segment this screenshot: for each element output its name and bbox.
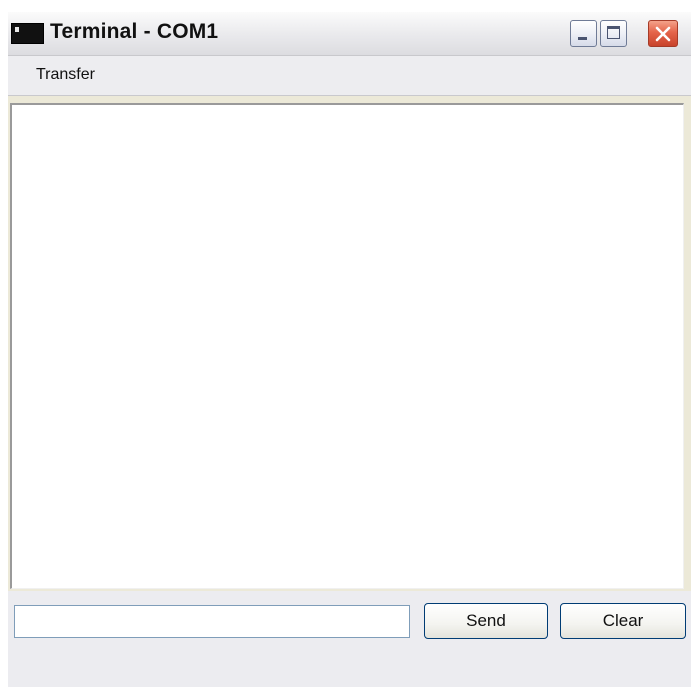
send-button[interactable]: Send [424,603,548,639]
minimize-icon [578,37,587,40]
window-title: Terminal - COM1 [50,20,219,43]
command-input[interactable] [14,605,410,638]
close-button[interactable] [648,20,678,47]
minimize-button[interactable] [570,20,597,47]
input-bar: Send Clear [8,591,691,687]
menu-bar: Transfer [8,56,691,96]
menu-transfer[interactable]: Transfer [26,66,105,84]
close-icon [655,26,671,42]
terminal-window: Terminal - COM1 Transfer Send Clear [8,12,691,687]
clear-button[interactable]: Clear [560,603,686,639]
title-bar[interactable]: Terminal - COM1 [8,12,691,56]
maximize-icon [607,26,620,39]
terminal-icon [11,23,44,44]
terminal-output[interactable] [10,103,684,589]
maximize-button[interactable] [600,20,627,47]
